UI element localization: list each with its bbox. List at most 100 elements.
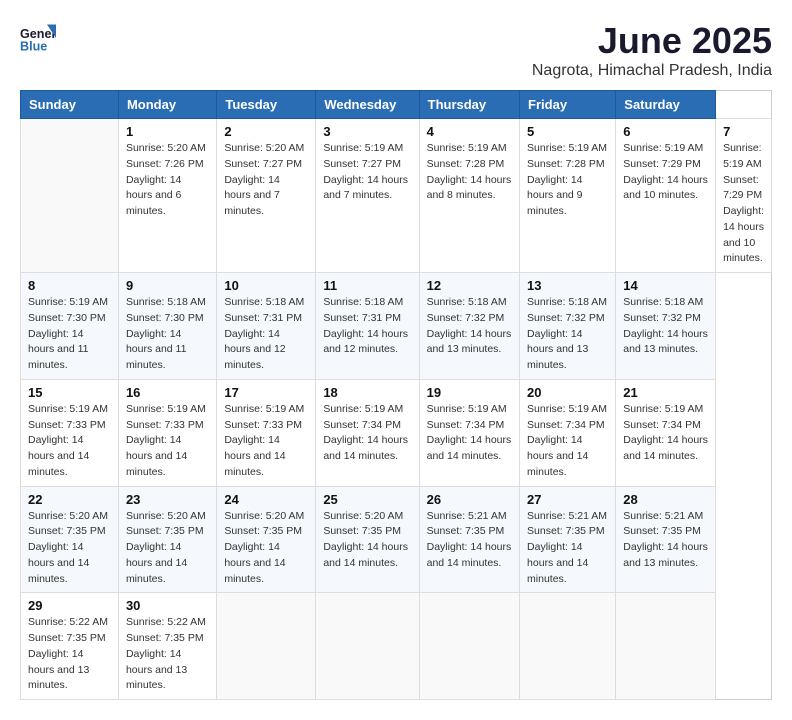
day-number: 27 xyxy=(527,492,608,507)
day-number: 18 xyxy=(323,385,411,400)
day-info: Sunrise: 5:18 AMSunset: 7:32 PMDaylight:… xyxy=(623,295,708,358)
page-header: General Blue June 2025 Nagrota, Himachal… xyxy=(20,20,772,80)
calendar-cell: 14 Sunrise: 5:18 AMSunset: 7:32 PMDayligh… xyxy=(616,273,716,380)
day-number: 22 xyxy=(28,492,111,507)
day-info: Sunrise: 5:19 AMSunset: 7:33 PMDaylight:… xyxy=(224,402,308,481)
calendar-cell xyxy=(616,593,716,700)
calendar-cell xyxy=(419,593,519,700)
calendar-cell: 4 Sunrise: 5:19 AMSunset: 7:28 PMDaylight… xyxy=(419,119,519,273)
day-info: Sunrise: 5:21 AMSunset: 7:35 PMDaylight:… xyxy=(527,509,608,588)
day-number: 20 xyxy=(527,385,608,400)
column-header-wednesday: Wednesday xyxy=(316,91,419,119)
calendar-cell: 24 Sunrise: 5:20 AMSunset: 7:35 PMDayligh… xyxy=(217,486,316,593)
calendar-cell: 1Sunrise: 5:20 AMSunset: 7:26 PMDaylight… xyxy=(118,119,216,273)
calendar-cell: 22Sunrise: 5:20 AMSunset: 7:35 PMDayligh… xyxy=(21,486,119,593)
day-info: Sunrise: 5:18 AMSunset: 7:30 PMDaylight:… xyxy=(126,295,209,374)
day-info: Sunrise: 5:20 AMSunset: 7:27 PMDaylight:… xyxy=(224,141,308,220)
calendar-cell: 6 Sunrise: 5:19 AMSunset: 7:29 PMDaylight… xyxy=(616,119,716,273)
calendar-cell: 29 Sunrise: 5:22 AMSunset: 7:35 PMDayligh… xyxy=(21,593,119,700)
day-number: 30 xyxy=(126,598,209,613)
day-number: 9 xyxy=(126,278,209,293)
day-info: Sunrise: 5:19 AMSunset: 7:28 PMDaylight:… xyxy=(527,141,608,220)
calendar-cell: 28Sunrise: 5:21 AMSunset: 7:35 PMDayligh… xyxy=(616,486,716,593)
calendar-cell: 7 Sunrise: 5:19 AMSunset: 7:29 PMDaylight… xyxy=(716,119,772,273)
day-number: 21 xyxy=(623,385,708,400)
calendar-cell: 10 Sunrise: 5:18 AMSunset: 7:31 PMDayligh… xyxy=(217,273,316,380)
column-header-sunday: Sunday xyxy=(21,91,119,119)
day-info: Sunrise: 5:20 AMSunset: 7:26 PMDaylight:… xyxy=(126,141,209,220)
day-info: Sunrise: 5:19 AMSunset: 7:33 PMDaylight:… xyxy=(126,402,209,481)
day-info: Sunrise: 5:19 AMSunset: 7:34 PMDaylight:… xyxy=(623,402,708,465)
column-header-monday: Monday xyxy=(118,91,216,119)
day-info: Sunrise: 5:19 AMSunset: 7:28 PMDaylight:… xyxy=(427,141,512,204)
day-info: Sunrise: 5:19 AMSunset: 7:29 PMDaylight:… xyxy=(623,141,708,204)
day-number: 13 xyxy=(527,278,608,293)
calendar-cell xyxy=(316,593,419,700)
day-info: Sunrise: 5:21 AMSunset: 7:35 PMDaylight:… xyxy=(427,509,512,572)
day-number: 10 xyxy=(224,278,308,293)
day-number: 2 xyxy=(224,124,308,139)
calendar-cell: 30 Sunrise: 5:22 AMSunset: 7:35 PMDayligh… xyxy=(118,593,216,700)
calendar-cell: 21 Sunrise: 5:19 AMSunset: 7:34 PMDayligh… xyxy=(616,379,716,486)
day-number: 5 xyxy=(527,124,608,139)
day-number: 29 xyxy=(28,598,111,613)
day-number: 7 xyxy=(723,124,764,139)
month-title: June 2025 xyxy=(532,20,772,62)
calendar-header-row: SundayMondayTuesdayWednesdayThursdayFrid… xyxy=(21,91,772,119)
calendar-week-row: 22 Sunrise: 5:20 AMSunset: 7:35 PMDayligh… xyxy=(21,486,772,593)
calendar-cell: 8 Sunrise: 5:19 AMSunset: 7:30 PMDaylight… xyxy=(21,273,119,380)
day-info: Sunrise: 5:18 AMSunset: 7:32 PMDaylight:… xyxy=(427,295,512,358)
day-number: 14 xyxy=(623,278,708,293)
day-info: Sunrise: 5:18 AMSunset: 7:31 PMDaylight:… xyxy=(224,295,308,374)
calendar-cell: 27 Sunrise: 5:21 AMSunset: 7:35 PMDayligh… xyxy=(520,486,616,593)
day-info: Sunrise: 5:20 AMSunset: 7:35 PMDaylight:… xyxy=(323,509,411,572)
day-info: Sunrise: 5:19 AMSunset: 7:33 PMDaylight:… xyxy=(28,402,111,481)
day-number: 23 xyxy=(126,492,209,507)
day-info: Sunrise: 5:19 AMSunset: 7:34 PMDaylight:… xyxy=(527,402,608,481)
day-info: Sunrise: 5:19 AMSunset: 7:29 PMDaylight:… xyxy=(723,141,764,267)
calendar-cell: 18 Sunrise: 5:19 AMSunset: 7:34 PMDayligh… xyxy=(316,379,419,486)
calendar-week-row: 8 Sunrise: 5:19 AMSunset: 7:30 PMDaylight… xyxy=(21,273,772,380)
calendar-cell: 15 Sunrise: 5:19 AMSunset: 7:33 PMDayligh… xyxy=(21,379,119,486)
calendar-cell: 9 Sunrise: 5:18 AMSunset: 7:30 PMDaylight… xyxy=(118,273,216,380)
calendar-week-row: 1Sunrise: 5:20 AMSunset: 7:26 PMDaylight… xyxy=(21,119,772,273)
day-info: Sunrise: 5:19 AMSunset: 7:27 PMDaylight:… xyxy=(323,141,411,204)
day-number: 15 xyxy=(28,385,111,400)
day-number: 24 xyxy=(224,492,308,507)
day-number: 11 xyxy=(323,278,411,293)
day-info: Sunrise: 5:20 AMSunset: 7:35 PMDaylight:… xyxy=(224,509,308,588)
calendar-cell: 26 Sunrise: 5:21 AMSunset: 7:35 PMDayligh… xyxy=(419,486,519,593)
calendar-cell: 2 Sunrise: 5:20 AMSunset: 7:27 PMDaylight… xyxy=(217,119,316,273)
calendar-cell: 20 Sunrise: 5:19 AMSunset: 7:34 PMDayligh… xyxy=(520,379,616,486)
day-number: 4 xyxy=(427,124,512,139)
day-info: Sunrise: 5:22 AMSunset: 7:35 PMDaylight:… xyxy=(126,615,209,694)
calendar-cell: 12 Sunrise: 5:18 AMSunset: 7:32 PMDayligh… xyxy=(419,273,519,380)
day-info: Sunrise: 5:22 AMSunset: 7:35 PMDaylight:… xyxy=(28,615,111,694)
calendar-cell: 16Sunrise: 5:19 AMSunset: 7:33 PMDayligh… xyxy=(118,379,216,486)
day-info: Sunrise: 5:19 AMSunset: 7:34 PMDaylight:… xyxy=(323,402,411,465)
day-number: 17 xyxy=(224,385,308,400)
logo: General Blue xyxy=(20,20,56,56)
calendar-week-row: 29 Sunrise: 5:22 AMSunset: 7:35 PMDayligh… xyxy=(21,593,772,700)
calendar-cell xyxy=(217,593,316,700)
calendar-cell: 11Sunrise: 5:18 AMSunset: 7:31 PMDayligh… xyxy=(316,273,419,380)
day-number: 6 xyxy=(623,124,708,139)
calendar-cell: 23Sunrise: 5:20 AMSunset: 7:35 PMDayligh… xyxy=(118,486,216,593)
day-number: 3 xyxy=(323,124,411,139)
calendar-table: SundayMondayTuesdayWednesdayThursdayFrid… xyxy=(20,90,772,700)
column-header-friday: Friday xyxy=(520,91,616,119)
day-number: 12 xyxy=(427,278,512,293)
day-info: Sunrise: 5:19 AMSunset: 7:30 PMDaylight:… xyxy=(28,295,111,374)
title-area: June 2025 Nagrota, Himachal Pradesh, Ind… xyxy=(532,20,772,80)
calendar-cell: 19Sunrise: 5:19 AMSunset: 7:34 PMDayligh… xyxy=(419,379,519,486)
calendar-cell: 17 Sunrise: 5:19 AMSunset: 7:33 PMDayligh… xyxy=(217,379,316,486)
svg-text:Blue: Blue xyxy=(20,40,47,54)
day-number: 25 xyxy=(323,492,411,507)
calendar-week-row: 15 Sunrise: 5:19 AMSunset: 7:33 PMDayligh… xyxy=(21,379,772,486)
day-number: 28 xyxy=(623,492,708,507)
logo-icon: General Blue xyxy=(20,20,56,56)
day-number: 8 xyxy=(28,278,111,293)
day-number: 26 xyxy=(427,492,512,507)
day-info: Sunrise: 5:18 AMSunset: 7:32 PMDaylight:… xyxy=(527,295,608,374)
calendar-cell: 25 Sunrise: 5:20 AMSunset: 7:35 PMDayligh… xyxy=(316,486,419,593)
